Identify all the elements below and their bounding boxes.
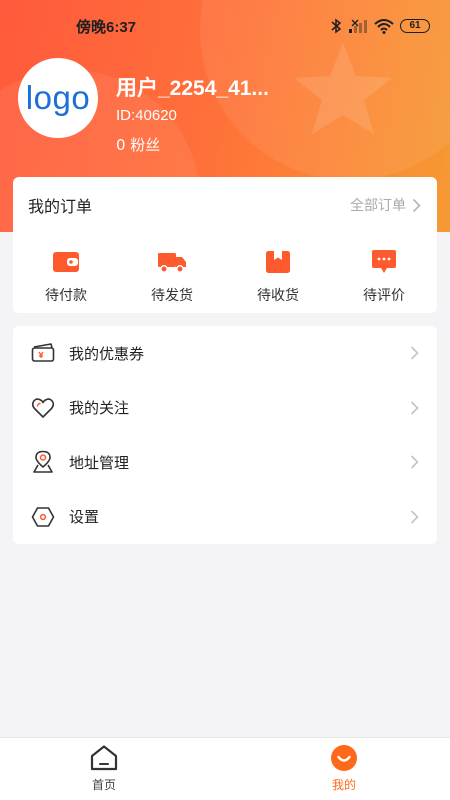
avatar[interactable]: logo [18,58,98,138]
all-orders-label: 全部订单 [350,198,406,214]
location-icon [33,450,53,474]
tab-home[interactable]: 首页 [64,744,144,793]
menu-item-settings[interactable]: 设置 [13,490,437,545]
wifi-icon [374,19,394,34]
wallet-icon [53,252,79,272]
orders-title: 我的订单 [28,197,93,216]
signal-icon [349,19,367,33]
order-status-label: 待收货 [257,288,299,304]
tab-label: 首页 [91,778,116,792]
order-status-pending-review[interactable]: 待评价 [331,249,437,305]
tab-label: 我的 [331,778,356,792]
status-time: 傍晚6:37 [76,19,137,36]
menu-item-label: 我的关注 [69,399,130,418]
all-orders-link[interactable]: 全部订单 [350,195,421,215]
menu-item-address[interactable]: 地址管理 [13,435,437,490]
menu-item-label: 我的优惠券 [69,344,145,363]
status-bar: 傍晚6:37 61 [0,0,450,52]
home-icon [90,745,118,771]
menu-item-label: 地址管理 [69,453,130,472]
menu-item-coupons[interactable]: 我的优惠券 [13,326,437,381]
chevron-right-icon [410,510,419,524]
orders-header: 我的订单 全部订单 [13,177,437,233]
order-status-pending-receipt[interactable]: 待收货 [225,249,331,305]
chevron-right-icon [412,198,421,212]
battery-icon: 61 [400,19,430,33]
bluetooth-icon [331,18,342,34]
order-status-row: 待付款 待发货 待收货 待评价 [13,249,437,305]
mine-icon [331,745,357,771]
fans-count[interactable]: 0 粉丝 [116,134,160,155]
chevron-right-icon [410,401,419,415]
menu-item-label: 设置 [69,508,100,527]
user-id: ID:40620 [116,107,177,124]
order-status-label: 待发货 [151,288,193,304]
order-status-pending-payment[interactable]: 待付款 [13,249,119,305]
order-status-pending-shipment[interactable]: 待发货 [119,249,225,305]
coupon-icon [31,343,55,363]
truck-icon [158,253,186,273]
bottom-tab-bar: 首页 我的 [0,737,450,800]
orders-card: 我的订单 全部订单 待付款 待发货 待收货 待评价 [13,177,437,313]
settings-icon [31,506,55,527]
package-icon [266,251,290,273]
username: 用户_2254_41... [116,77,269,100]
order-status-label: 待评价 [363,288,405,304]
avatar-logo-text: logo [25,79,91,116]
order-status-label: 待付款 [45,288,87,304]
tab-mine[interactable]: 我的 [304,744,384,793]
heart-icon [31,398,55,418]
menu-card: 我的优惠券 我的关注 地址管理 设置 [13,326,437,544]
comment-icon [372,250,396,273]
chevron-right-icon [410,455,419,469]
status-icons: 61 [330,16,430,36]
menu-item-following[interactable]: 我的关注 [13,381,437,436]
chevron-right-icon [410,346,419,360]
star-decoration-icon [294,43,392,134]
